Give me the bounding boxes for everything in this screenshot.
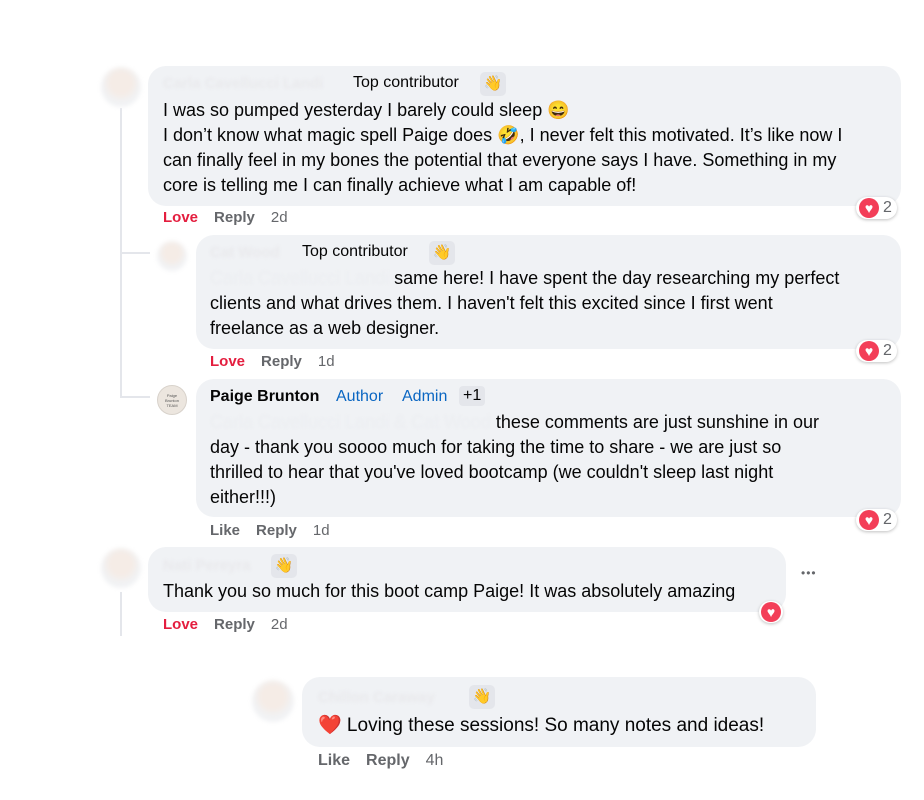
like-button[interactable]: Like [318,752,350,769]
comment-actions: Love Reply 1d [210,353,351,370]
author-name[interactable]: Carla Cavellucci Landi [163,75,323,92]
reply-button[interactable]: Reply [256,522,297,539]
love-button[interactable]: Love [210,353,245,370]
like-button[interactable]: Like [210,522,240,539]
wave-icon: 👋 [469,685,495,709]
comment-actions: Like Reply 4h [318,752,459,770]
wave-icon: 👋 [271,554,297,578]
comment-line: Thank you so much for this boot camp Pai… [163,581,736,601]
comment-line: day - thank you soooo much for taking th… [210,437,782,457]
comment-text: I was so pumped yesterday I barely could… [163,98,898,198]
thread-connector [120,252,150,254]
reaction-count-value: 2 [883,199,892,216]
author-name[interactable]: Chillon Caraway [318,689,435,706]
avatar[interactable] [101,67,141,107]
love-button[interactable]: Love [163,209,198,226]
love-button[interactable]: Love [163,616,198,633]
reaction-count[interactable]: 2 [856,340,897,362]
comment-line: I don’t know what magic spell Paige does… [163,125,843,145]
comment-actions: Love Reply 2d [163,209,304,226]
avatar-logo-text: Paige Brunton TEAM [164,393,179,408]
author-name[interactable]: Nati Pereyra [163,557,251,574]
comment-actions: Love Reply 2d [163,616,304,633]
comment-line: these comments are just sunshine in our [490,412,819,432]
avatar[interactable] [157,241,187,271]
thread-connector [120,396,150,398]
top-contributor-badge: Top contributor [302,243,408,260]
comment-line: ❤️ Loving these sessions! So many notes … [318,715,765,736]
comment-text: Carla Cavellucci Landi same here! I have… [210,266,900,341]
comment-line: I was so pumped yesterday I barely could… [163,100,570,120]
comment-line: core is telling me I can finally achieve… [163,175,637,195]
comment-actions: Like Reply 1d [210,522,346,539]
avatar[interactable] [252,680,294,722]
avatar[interactable] [101,548,141,588]
reaction-count-value: 2 [883,342,892,359]
reaction-count[interactable]: 2 [856,197,897,219]
comment-line: thrilled to hear that you've loved bootc… [210,462,774,482]
reaction[interactable] [759,601,783,623]
comment-line: either!!!) [210,487,277,507]
comment-text: ❤️ Loving these sessions! So many notes … [318,713,813,738]
heart-reaction-icon [761,602,781,622]
heart-reaction-icon [859,198,879,218]
author-name[interactable]: Cat Wood [210,244,280,261]
comment-text: Carla Cavellucci Landi & Cat Wood these … [210,410,900,510]
reaction-count-value: 2 [883,511,892,528]
reaction-count[interactable]: 2 [856,509,897,531]
heart-reaction-icon [859,510,879,530]
timestamp[interactable]: 1d [318,353,335,370]
reply-button[interactable]: Reply [366,752,410,769]
reply-button[interactable]: Reply [214,209,255,226]
reply-button[interactable]: Reply [214,616,255,633]
more-options-icon[interactable]: ••• [801,566,817,580]
timestamp[interactable]: 2d [271,209,288,226]
comment-line: freelance as a web designer. [210,318,440,338]
wave-icon: 👋 [480,72,506,96]
top-contributor-badge: Top contributor [353,74,459,91]
heart-reaction-icon [859,341,879,361]
comment-line: can finally feel in my bones the potenti… [163,150,837,170]
timestamp[interactable]: 4h [426,752,444,769]
timestamp[interactable]: 2d [271,616,288,633]
wave-icon: 👋 [429,241,455,265]
comment-line: same here! I have spent the day research… [389,268,840,288]
comment-text: Thank you so much for this boot camp Pai… [163,579,783,604]
admin-tag: Admin [402,388,448,405]
comment-line: clients and what drives them. I haven't … [210,293,773,313]
more-tags-badge[interactable]: +1 [459,386,486,406]
mention-link[interactable]: Carla Cavellucci Landi & Cat Wood [210,412,491,432]
timestamp[interactable]: 1d [313,522,330,539]
mention-link[interactable]: Carla Cavellucci Landi [210,268,389,288]
author-tag: Author [336,388,384,405]
author-name[interactable]: Paige Brunton [210,388,319,406]
thread-line [120,592,122,636]
avatar[interactable]: Paige Brunton TEAM [157,385,187,415]
reply-button[interactable]: Reply [261,353,302,370]
